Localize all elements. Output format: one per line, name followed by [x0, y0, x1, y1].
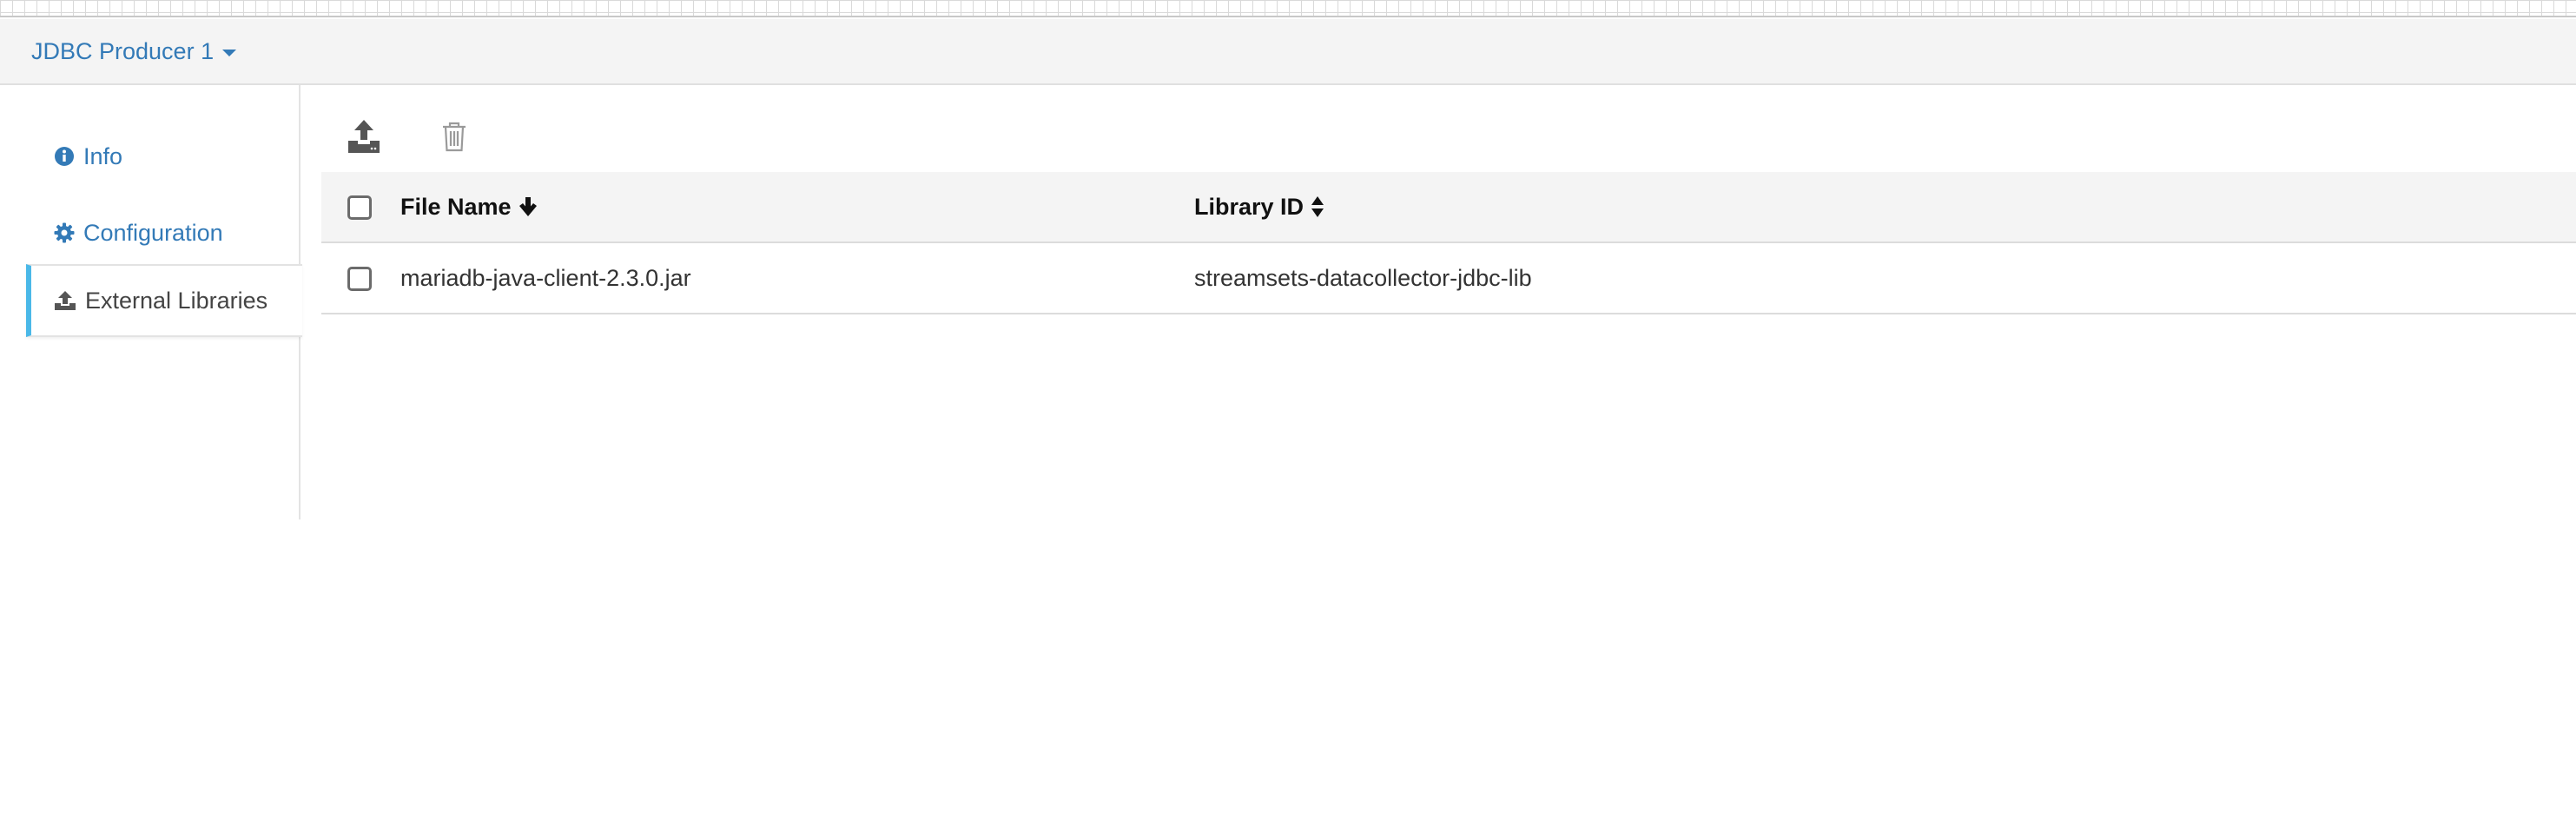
tab-external-libraries[interactable]: External Libraries — [26, 264, 302, 337]
table-row[interactable]: mariadb-java-client-2.3.0.jar streamsets… — [321, 243, 2576, 314]
tab-info[interactable]: Info — [26, 120, 301, 193]
canvas-grid-strip — [0, 0, 2576, 17]
stage-header: JDBC Producer 1 — [0, 19, 2576, 85]
trash-icon — [443, 122, 466, 152]
library-id-cell: streamsets-datacollector-jdbc-lib — [1194, 264, 1532, 291]
tab-configuration[interactable]: Configuration — [26, 196, 301, 269]
arrow-down-icon — [519, 197, 537, 216]
sort-icon — [1311, 196, 1324, 217]
column-header-library-id-label: Library ID — [1194, 193, 1305, 220]
tab-info-label: Info — [83, 142, 123, 169]
upload-tray-icon — [348, 120, 380, 153]
tab-configuration-label: Configuration — [83, 219, 223, 246]
upload-icon — [55, 291, 76, 310]
file-name-cell: mariadb-java-client-2.3.0.jar — [400, 264, 691, 291]
tab-external-libraries-label: External Libraries — [85, 287, 268, 314]
select-all-checkbox[interactable] — [347, 195, 372, 220]
row-checkbox[interactable] — [347, 267, 372, 291]
column-header-file-name[interactable]: File Name — [400, 194, 538, 221]
gear-icon — [54, 222, 75, 243]
library-toolbar — [347, 115, 467, 158]
stage-selector-dropdown[interactable]: JDBC Producer 1 — [31, 37, 237, 65]
upload-library-button[interactable] — [347, 119, 380, 154]
column-header-library-id[interactable]: Library ID — [1194, 194, 1324, 221]
libraries-table: File Name Library ID mariadb-java-client… — [321, 172, 2576, 314]
caret-down-icon — [222, 50, 237, 56]
sidebar: Info Configuration External Libraries — [0, 85, 302, 519]
table-header: File Name Library ID — [321, 172, 2576, 243]
column-header-file-name-label: File Name — [400, 193, 512, 220]
info-circle-icon — [55, 147, 74, 166]
delete-library-button[interactable] — [441, 121, 467, 152]
stage-title: JDBC Producer 1 — [31, 37, 215, 64]
